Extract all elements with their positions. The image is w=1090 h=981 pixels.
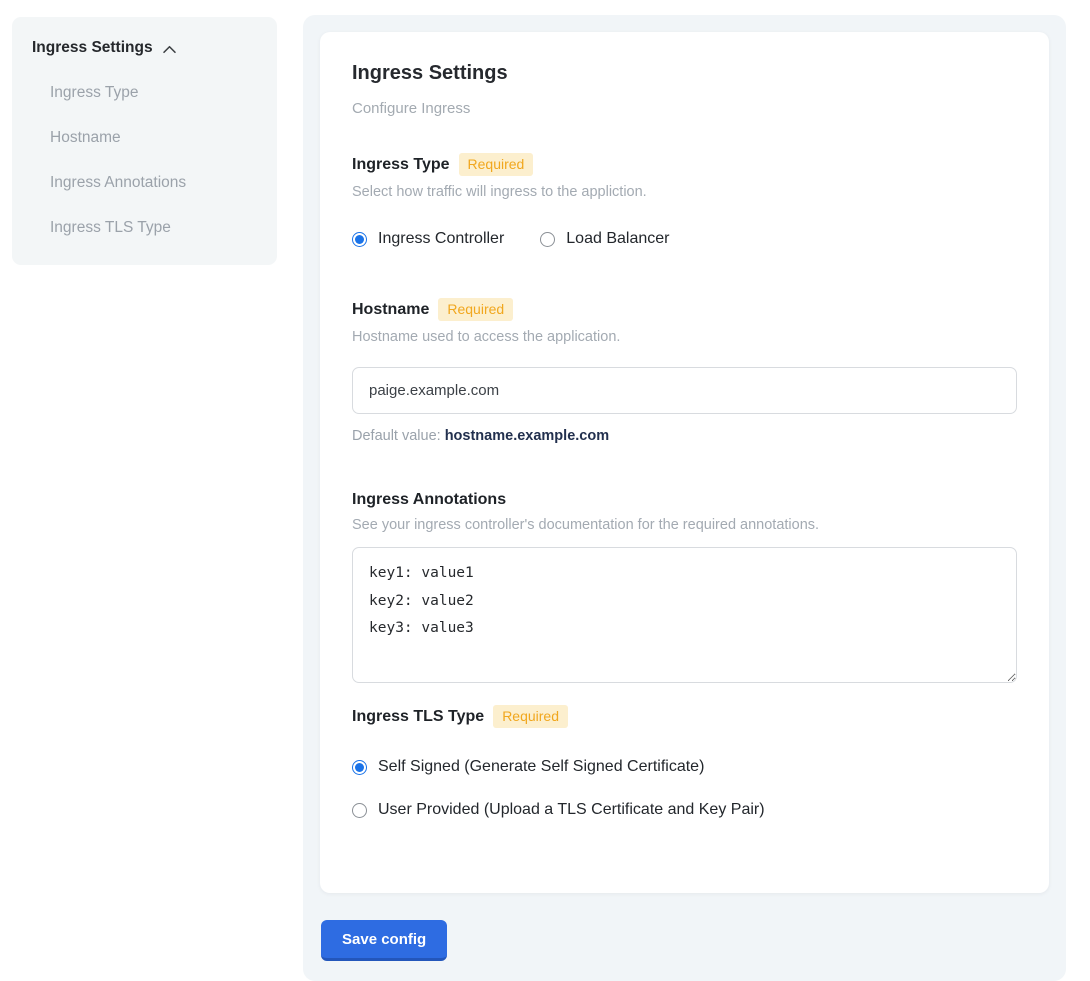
radio-user-provided[interactable]: User Provided (Upload a TLS Certificate … (352, 801, 1017, 819)
required-badge: Required (459, 153, 534, 176)
save-config-button[interactable]: Save config (321, 920, 447, 961)
radio-self-signed-label: Self Signed (Generate Self Signed Certif… (378, 758, 704, 776)
ingress-annotations-label: Ingress Annotations (352, 491, 506, 509)
required-badge: Required (493, 705, 568, 728)
radio-ingress-controller-label: Ingress Controller (378, 230, 504, 248)
radio-load-balancer[interactable]: Load Balancer (540, 230, 669, 248)
ingress-type-radio-group: Ingress Controller Load Balancer (352, 230, 1017, 248)
radio-ingress-controller[interactable]: Ingress Controller (352, 230, 504, 248)
radio-self-signed[interactable]: Self Signed (Generate Self Signed Certif… (352, 758, 1017, 776)
radio-user-provided-label: User Provided (Upload a TLS Certificate … (378, 801, 765, 819)
sidebar-header-label: Ingress Settings (32, 39, 153, 57)
sidebar-item-ingress-type[interactable]: Ingress Type (50, 84, 257, 102)
sidebar: Ingress Settings Ingress Type Hostname I… (12, 17, 277, 265)
hostname-description: Hostname used to access the application. (352, 329, 1017, 345)
page-title: Ingress Settings (352, 62, 1017, 85)
ingress-type-label: Ingress Type (352, 156, 450, 174)
hostname-input[interactable] (352, 367, 1017, 414)
section-ingress-tls-type: Ingress TLS Type Required Self Signed (G… (352, 705, 1017, 819)
page-subtitle: Configure Ingress (352, 100, 1017, 117)
radio-unselected-icon[interactable] (352, 803, 367, 818)
hostname-default-value: hostname.example.com (445, 428, 609, 444)
ingress-annotations-textarea[interactable]: key1: value1 key2: value2 key3: value3 (352, 547, 1017, 683)
ingress-settings-card: Ingress Settings Configure Ingress Ingre… (320, 32, 1049, 893)
section-hostname: Hostname Required Hostname used to acces… (352, 298, 1017, 444)
hostname-default-label: Default value: (352, 428, 441, 444)
radio-load-balancer-label: Load Balancer (566, 230, 669, 248)
ingress-annotations-description: See your ingress controller's documentat… (352, 517, 1017, 533)
section-ingress-type: Ingress Type Required Select how traffic… (352, 153, 1017, 248)
settings-panel: Ingress Settings Configure Ingress Ingre… (303, 15, 1066, 981)
ingress-tls-type-radio-group: Self Signed (Generate Self Signed Certif… (352, 758, 1017, 819)
ingress-type-description: Select how traffic will ingress to the a… (352, 184, 1017, 200)
sidebar-item-hostname[interactable]: Hostname (50, 129, 257, 147)
hostname-label: Hostname (352, 301, 429, 319)
ingress-tls-type-label: Ingress TLS Type (352, 708, 484, 726)
radio-selected-icon[interactable] (352, 760, 367, 775)
hostname-default-line: Default value: hostname.example.com (352, 428, 1017, 444)
radio-unselected-icon[interactable] (540, 232, 555, 247)
sidebar-header[interactable]: Ingress Settings (32, 39, 257, 57)
section-ingress-annotations: Ingress Annotations See your ingress con… (352, 491, 1017, 683)
sidebar-item-ingress-annotations[interactable]: Ingress Annotations (50, 174, 257, 192)
radio-selected-icon[interactable] (352, 232, 367, 247)
sidebar-item-ingress-tls-type[interactable]: Ingress TLS Type (50, 219, 257, 237)
required-badge: Required (438, 298, 513, 321)
chevron-up-icon (162, 42, 177, 55)
